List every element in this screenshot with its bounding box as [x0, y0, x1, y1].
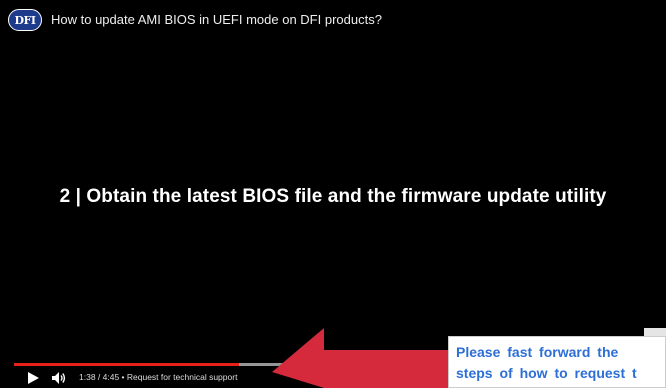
volume-icon[interactable]	[51, 371, 67, 385]
play-icon[interactable]	[26, 371, 40, 385]
red-arrow-annotation	[272, 328, 452, 388]
note-line-1: Please fast forward the	[456, 344, 619, 360]
channel-logo[interactable]: DFI	[8, 9, 42, 31]
progress-played	[14, 363, 239, 366]
video-title[interactable]: How to update AMI BIOS in UEFI mode on D…	[51, 12, 382, 28]
video-header: DFI How to update AMI BIOS in UEFI mode …	[0, 0, 666, 40]
note-box: Please fast forward the steps of how to …	[448, 336, 666, 388]
channel-logo-text: DFI	[14, 13, 37, 27]
slide-caption: 2 | Obtain the latest BIOS file and the …	[59, 186, 607, 207]
time-display: 1:38 / 4:45 • Request for technical supp…	[79, 372, 238, 382]
note-line-2: steps of how to request t	[456, 365, 637, 381]
note-text: Please fast forward the steps of how to …	[456, 342, 665, 384]
